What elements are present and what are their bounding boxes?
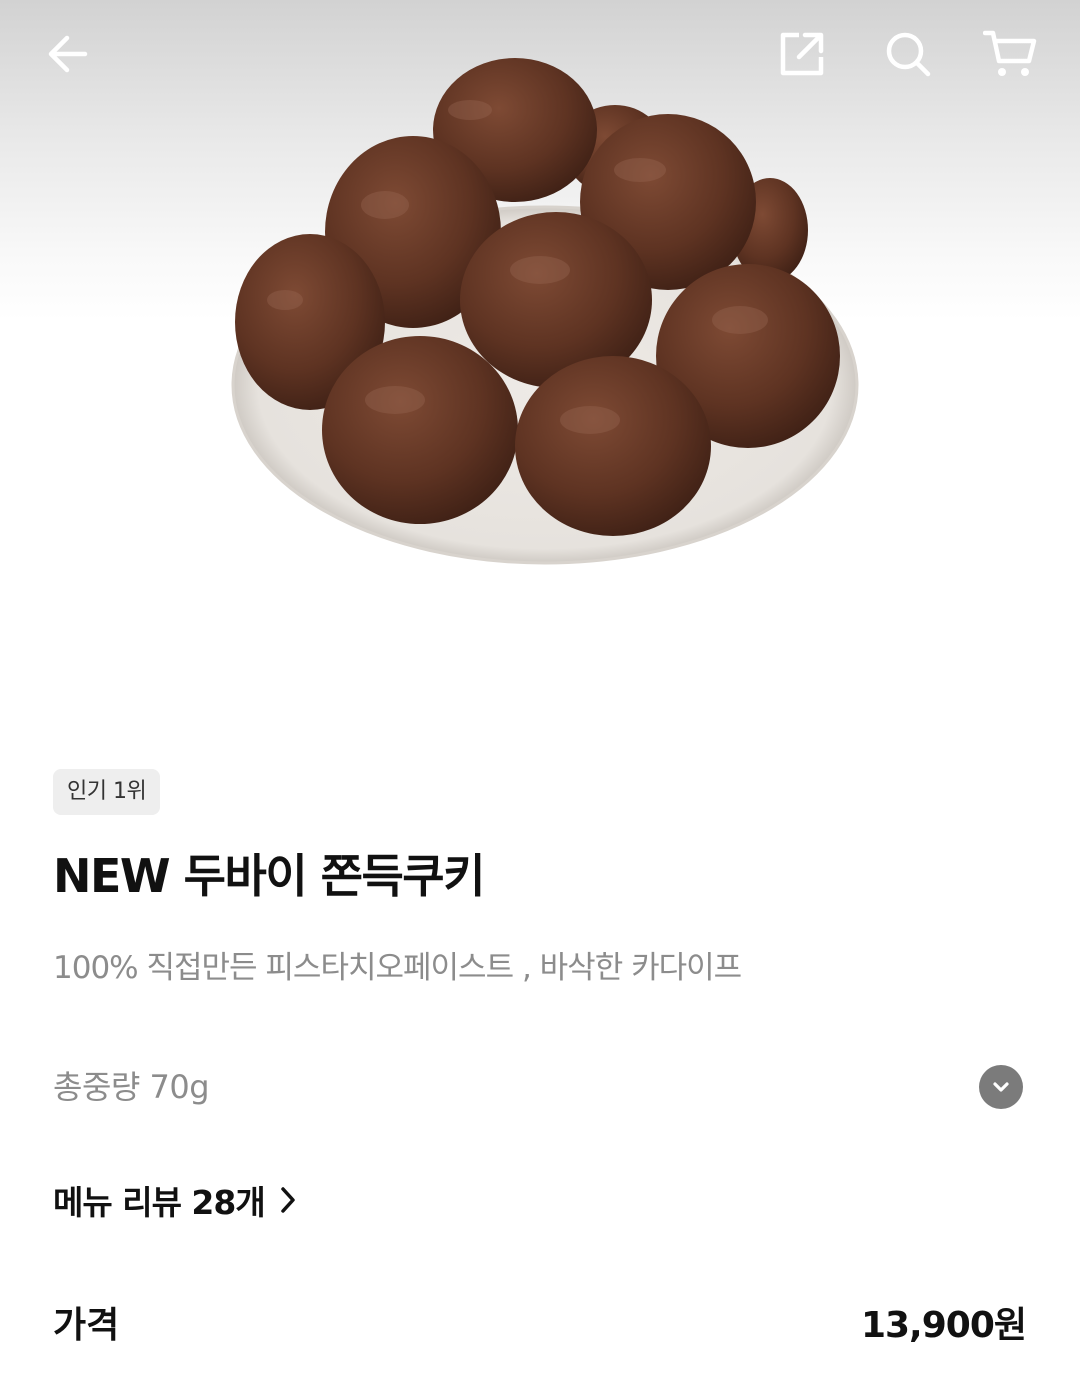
cart-icon (983, 30, 1037, 76)
reviews-label: 메뉴 리뷰 28개 (53, 1183, 266, 1222)
product-image-area (0, 0, 1080, 690)
search-icon (886, 32, 931, 77)
chevron-down-icon (993, 1082, 1009, 1092)
popularity-badge: 인기 1위 (53, 769, 161, 815)
share-icon (780, 32, 824, 76)
arrow-left-icon (48, 35, 88, 73)
product-title: NEW 두바이 쫀득쿠키 (53, 849, 485, 903)
price-label: 가격 (53, 1305, 120, 1346)
share-button[interactable] (770, 22, 834, 86)
product-description: 100% 직접만든 피스타치오페이스트 , 바삭한 카다이프 (53, 950, 742, 986)
weight-row[interactable]: 총중량 70g (53, 1062, 1023, 1112)
total-weight: 총중량 70g (53, 1068, 210, 1106)
cart-button[interactable] (978, 22, 1042, 86)
price-value: 13,900원 (860, 1305, 1027, 1346)
expand-button[interactable] (979, 1065, 1023, 1109)
chevron-right-icon (280, 1187, 295, 1213)
back-button[interactable] (36, 22, 100, 86)
search-button[interactable] (876, 22, 940, 86)
reviews-link[interactable]: 메뉴 리뷰 28개 (53, 1172, 297, 1228)
product-photo (231, 58, 859, 565)
